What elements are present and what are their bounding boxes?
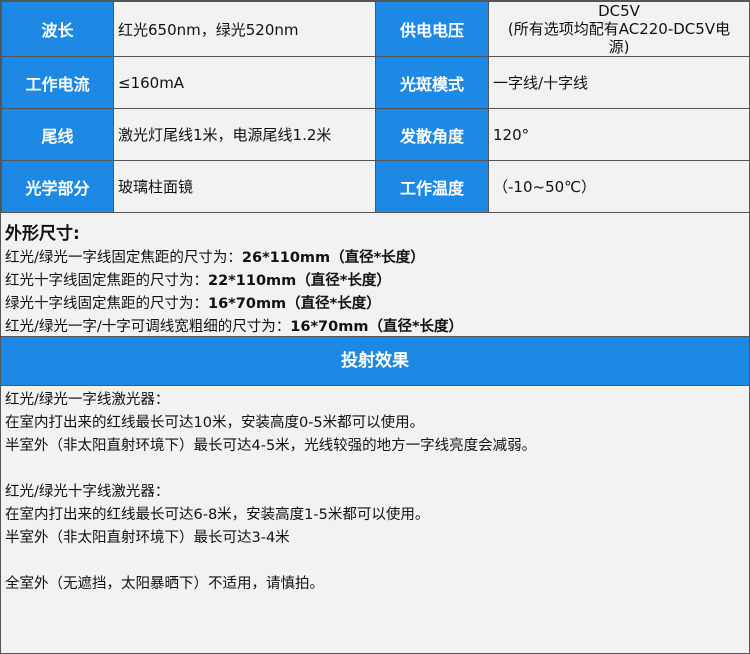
dimension-line: 红光/绿光一字线固定焦距的尺寸为：26*110mm（直径*长度） [5, 247, 745, 270]
spec-row-optics: 光学部分 玻璃柱面镜 工作温度 （-10~50℃） [1, 160, 750, 213]
spec-label-divergence: 发散角度 [375, 108, 489, 161]
spec-value-current: ≤160mA [113, 56, 376, 109]
spec-label-spot-mode: 光斑模式 [375, 56, 489, 109]
dimension-text: 红光/绿光一字/十字可调线宽粗细的尺寸为： [5, 319, 291, 335]
spec-value-voltage: DC5V (所有选项均配有AC220-DC5V电 源) [488, 1, 750, 57]
dimensions-title: 外形尺寸: [5, 224, 80, 244]
dimension-line: 红光/绿光一字/十字可调线宽粗细的尺寸为：16*70mm（直径*长度） [5, 316, 745, 339]
projection-line: 半室外（非太阳直射环境下）最长可达3-4米 [5, 530, 290, 546]
dimension-value: 16*70mm（直径*长度） [208, 296, 381, 312]
spec-label-optics: 光学部分 [1, 160, 114, 213]
spec-value-temperature: （-10~50℃） [488, 160, 750, 213]
projection-line: 半室外（非太阳直射环境下）最长可达4-5米，光线较强的地方一字线亮度会减弱。 [5, 438, 537, 454]
dimension-text: 红光十字线固定焦距的尺寸为： [5, 273, 208, 289]
projection-line: 红光/绿光一字线激光器： [5, 392, 170, 408]
voltage-line-3: 源) [608, 38, 630, 56]
product-spec-sheet: 波长 红光650nm，绿光520nm 供电电压 DC5V (所有选项均配有AC2… [0, 0, 750, 654]
dimension-value: 26*110mm（直径*长度） [241, 250, 425, 266]
spec-row-cable: 尾线 激光灯尾线1米，电源尾线1.2米 发散角度 120° [1, 108, 750, 161]
projection-title-band: 投射效果 [1, 337, 749, 386]
dimension-line: 绿光十字线固定焦距的尺寸为：16*70mm（直径*长度） [5, 293, 745, 316]
dimension-text: 绿光十字线固定焦距的尺寸为： [5, 296, 208, 312]
spec-label-wavelength: 波长 [1, 1, 114, 57]
projection-line: 在室内打出来的红线最长可达10米，安装高度0-5米都可以使用。 [5, 415, 425, 431]
spec-label-temperature: 工作温度 [375, 160, 489, 213]
spec-row-current: 工作电流 ≤160mA 光斑模式 一字线/十字线 [1, 56, 750, 109]
spec-value-spot-mode: 一字线/十字线 [488, 56, 750, 109]
voltage-line-1: DC5V [598, 2, 640, 20]
dimension-text: 红光/绿光一字线固定焦距的尺寸为： [5, 250, 242, 266]
spec-table: 波长 红光650nm，绿光520nm 供电电压 DC5V (所有选项均配有AC2… [1, 1, 750, 213]
spec-row-wavelength: 波长 红光650nm，绿光520nm 供电电压 DC5V (所有选项均配有AC2… [1, 1, 750, 57]
spec-label-current: 工作电流 [1, 56, 114, 109]
dimension-value: 22*110mm（直径*长度） [208, 273, 391, 289]
spec-value-optics: 玻璃柱面镜 [113, 160, 376, 213]
spec-value-divergence: 120° [488, 108, 750, 161]
projection-line: 在室内打出来的红线最长可达6-8米，安装高度1-5米都可以使用。 [5, 507, 430, 523]
projection-note: 全室外（无遮挡，太阳暴晒下）不适用，请慎拍。 [5, 576, 324, 592]
projection-line: 红光/绿光十字线激光器： [5, 484, 170, 500]
dimension-value: 16*70mm（直径*长度） [290, 319, 464, 335]
dimension-line: 红光十字线固定焦距的尺寸为：22*110mm（直径*长度） [5, 270, 745, 293]
projection-section: 红光/绿光一字线激光器： 在室内打出来的红线最长可达10米，安装高度0-5米都可… [1, 386, 749, 599]
spec-value-wavelength: 红光650nm，绿光520nm [113, 1, 376, 57]
spec-value-cable: 激光灯尾线1米，电源尾线1.2米 [113, 108, 376, 161]
spec-label-cable: 尾线 [1, 108, 114, 161]
voltage-line-2: (所有选项均配有AC220-DC5V电 [507, 20, 731, 38]
spec-label-voltage: 供电电压 [375, 1, 489, 57]
dimensions-section: 外形尺寸: 红光/绿光一字线固定焦距的尺寸为：26*110mm（直径*长度） 红… [1, 213, 749, 337]
